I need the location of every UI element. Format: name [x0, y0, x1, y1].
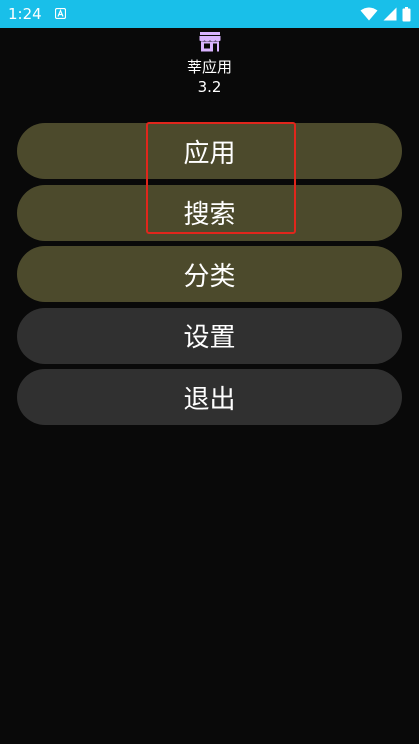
app-header: 莘应用 3.2 — [0, 30, 419, 97]
status-time: 1:24 — [8, 5, 42, 23]
app-name: 莘应用 — [186, 58, 232, 76]
a-letter-icon — [55, 8, 66, 19]
main-menu: 应用 搜索 分类 设置 退出 — [17, 123, 402, 431]
app-version: 3.2 — [197, 78, 222, 96]
status-icons — [360, 6, 411, 22]
search-button[interactable]: 搜索 — [17, 184, 402, 241]
settings-button[interactable]: 设置 — [17, 307, 402, 364]
battery-icon — [402, 6, 411, 21]
store-icon — [199, 32, 220, 52]
exit-button[interactable]: 退出 — [17, 369, 402, 426]
signal-icon — [383, 7, 397, 21]
categories-button[interactable]: 分类 — [17, 246, 402, 303]
apps-button[interactable]: 应用 — [17, 123, 402, 179]
status-bar: 1:24 — [0, 0, 419, 28]
wifi-icon — [360, 7, 378, 21]
